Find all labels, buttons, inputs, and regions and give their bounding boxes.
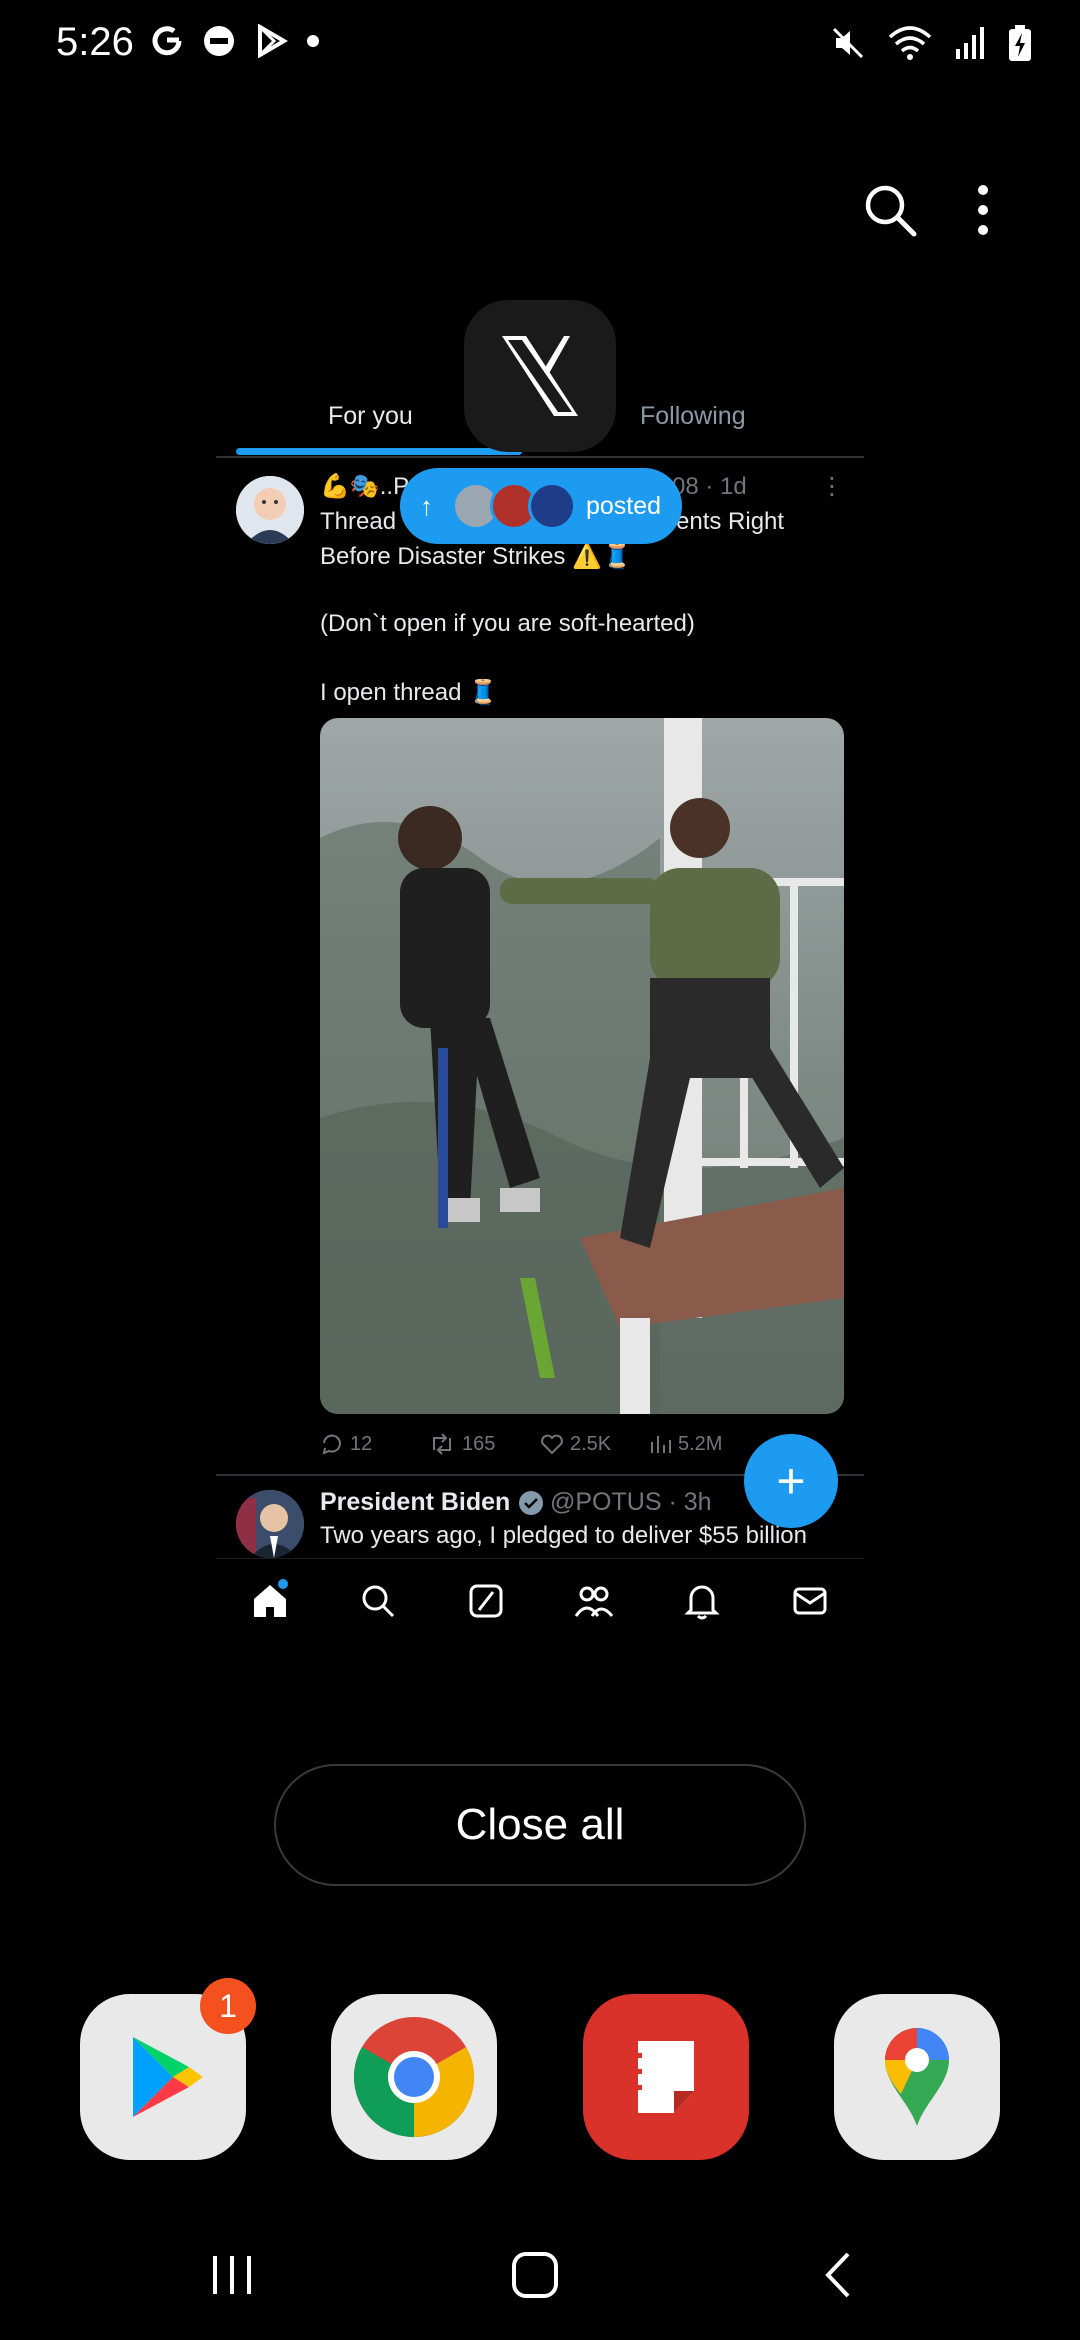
battery-charging-icon: [1008, 24, 1032, 67]
post1-text-line3: (Don`t open if you are soft-hearted): [320, 610, 695, 637]
views-icon: [651, 1436, 671, 1453]
home-square-icon: [512, 2252, 558, 2298]
post1-meta: 08 · 1d: [672, 473, 747, 500]
communities-icon: [574, 1586, 614, 1617]
dock-google-maps[interactable]: [834, 1994, 1000, 2160]
pill-avatar-fox-news: [528, 482, 576, 530]
x-app-card[interactable]: For you Following 💪🎭..P 08 · 1d ⋮ ↑ post…: [216, 380, 864, 1642]
chrome-icon: [353, 2017, 475, 2138]
repost-button[interactable]: 165: [428, 1432, 495, 1456]
recents-search-icon[interactable]: [862, 182, 918, 238]
reply-count: 12: [350, 1432, 373, 1455]
compose-fab-button[interactable]: +: [744, 1434, 838, 1528]
repost-count: 165: [462, 1432, 496, 1455]
repost-icon: [433, 1433, 451, 1455]
recents-icon: [213, 2256, 251, 2294]
grok-icon: [469, 1584, 503, 1617]
arrow-up-icon: ↑: [420, 490, 433, 521]
dock-chrome[interactable]: [331, 1994, 497, 2160]
plus-icon: +: [776, 1453, 806, 1509]
nav-notifications[interactable]: [672, 1571, 732, 1631]
back-icon: [825, 2252, 850, 2298]
post2-author-name[interactable]: President Biden: [320, 1488, 510, 1517]
post1-more-icon[interactable]: ⋮: [820, 472, 844, 501]
close-all-button[interactable]: Close all: [274, 1764, 806, 1886]
status-time: 5:26: [56, 20, 134, 64]
heart-icon: [541, 1434, 563, 1455]
like-count: 2.5K: [570, 1432, 612, 1455]
post1-media-image[interactable]: [320, 718, 844, 1414]
post1-author-name[interactable]: 💪🎭..P: [320, 472, 409, 501]
wifi-icon: [888, 25, 932, 66]
post1-text-line4: I open thread 🧵: [320, 679, 498, 706]
like-button[interactable]: 2.5K: [540, 1432, 611, 1456]
views-count: 5.2M: [678, 1432, 723, 1455]
messages-icon: [793, 1587, 827, 1614]
bottom-nav: [216, 1558, 864, 1642]
posted-label: posted: [586, 491, 662, 520]
status-bar: 5:26: [0, 0, 1080, 90]
views-button[interactable]: 5.2M: [648, 1432, 722, 1456]
home-button[interactable]: [495, 2240, 575, 2310]
search-icon: [362, 1585, 395, 1617]
tab-for-you[interactable]: For you: [328, 402, 413, 431]
post1-text-line1-left: Thread: [320, 508, 397, 535]
recents-button[interactable]: [192, 2240, 272, 2310]
dock-play-store[interactable]: 1: [80, 1978, 256, 2160]
dock-samsung-notes[interactable]: [583, 1994, 749, 2160]
nav-home[interactable]: [240, 1571, 300, 1631]
back-button[interactable]: [798, 2240, 878, 2310]
nav-home-dot: [278, 1578, 288, 1589]
do-not-disturb-icon: [202, 24, 236, 63]
signal-icon: [954, 25, 986, 66]
reply-button[interactable]: 12: [320, 1432, 372, 1456]
nav-search[interactable]: [348, 1571, 408, 1631]
post2-avatar[interactable]: [236, 1490, 304, 1558]
post1-avatar[interactable]: [236, 476, 304, 544]
play-store-badge: 1: [200, 1978, 256, 2034]
play-store-icon: [133, 2037, 203, 2117]
notes-icon: [632, 2041, 694, 2113]
post2-handle-time: @POTUS · 3h: [550, 1488, 712, 1516]
nav-communities[interactable]: [564, 1571, 624, 1631]
google-icon: [150, 24, 184, 63]
post2-text: Two years ago, I pledged to deliver $55 …: [320, 1522, 807, 1549]
reply-icon: [322, 1434, 341, 1455]
nav-messages[interactable]: [780, 1571, 840, 1631]
post1-text-line1-right: ents Right: [676, 508, 785, 535]
more-vert-icon[interactable]: [968, 182, 998, 238]
x-app-icon[interactable]: [464, 300, 616, 452]
play-store-icon: [254, 23, 288, 63]
post1-text-line2: Before Disaster Strikes ⚠️🧵: [320, 543, 632, 570]
nav-grok[interactable]: [456, 1571, 516, 1631]
x-logo-icon: [502, 336, 578, 416]
new-posts-pill[interactable]: ↑ posted: [400, 468, 682, 544]
verified-badge-icon: [518, 1490, 544, 1521]
tab-following[interactable]: Following: [640, 402, 746, 431]
mute-icon: [830, 25, 866, 66]
active-tab-indicator: [236, 448, 522, 455]
maps-icon: [885, 2028, 949, 2126]
dot-icon: [306, 34, 320, 53]
notifications-icon: [684, 1585, 720, 1619]
